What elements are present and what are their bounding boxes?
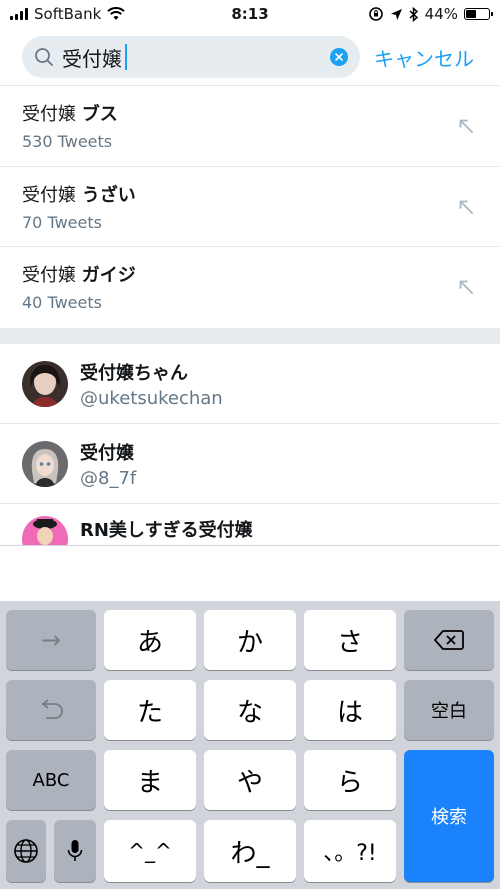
kana-key-sa[interactable]: さ	[304, 610, 396, 670]
kana-key-ta[interactable]: た	[104, 680, 196, 740]
search-row: 受付嬢 キャンセル	[0, 30, 500, 84]
search-query-wrap: 受付嬢	[62, 43, 322, 72]
undo-icon	[41, 699, 63, 719]
cancel-button[interactable]: キャンセル	[374, 43, 474, 72]
fill-query-arrow-icon[interactable]	[458, 118, 474, 134]
suggestion-prefix: 受付嬢	[22, 185, 82, 206]
japanese-keyboard: → あ か さ た な は 空白 ABC ま や ら 検索 ^_^ わ_ 、。?…	[0, 601, 500, 889]
suggestion-title: 受付嬢 うざい	[22, 181, 478, 207]
search-query: 受付嬢	[62, 46, 122, 71]
status-left: SoftBank	[10, 5, 125, 23]
suggestion-item[interactable]: 受付嬢 ガイジ 40 Tweets	[0, 247, 500, 327]
microphone-icon	[67, 840, 83, 861]
user-handle: @uketsukechan	[80, 388, 223, 409]
search-icon	[35, 48, 53, 66]
user-result[interactable]: RN美しすぎる受付嬢	[0, 504, 500, 545]
fill-query-arrow-icon[interactable]	[458, 279, 474, 295]
kana-key-na[interactable]: な	[204, 680, 296, 740]
status-bar: SoftBank 8:13 44%	[0, 0, 500, 28]
backspace-key[interactable]	[404, 610, 494, 670]
carrier-name: SoftBank	[34, 5, 102, 23]
suggestion-title: 受付嬢 ガイジ	[22, 261, 478, 287]
suggestion-prefix: 受付嬢	[22, 265, 82, 286]
emoticon-key[interactable]: ^_^	[104, 820, 196, 882]
backspace-icon	[434, 630, 464, 650]
clear-icon	[335, 53, 343, 61]
user-info: 受付嬢 @8_7f	[80, 439, 136, 489]
suggestion-suffix: うざい	[81, 185, 136, 206]
empty-area	[0, 545, 500, 601]
suggestion-count: 530 Tweets	[22, 132, 113, 151]
cursor-right-key[interactable]: →	[6, 610, 96, 670]
orientation-lock-icon	[368, 7, 383, 21]
location-icon	[390, 8, 402, 20]
search-key[interactable]: 検索	[404, 750, 494, 882]
suggestion-count: 40 Tweets	[22, 293, 102, 312]
fill-query-arrow-icon[interactable]	[458, 199, 474, 215]
user-handle: @8_7f	[80, 468, 137, 489]
user-result[interactable]: 受付嬢ちゃん @uketsukechan	[0, 344, 500, 424]
kana-key-a[interactable]: あ	[104, 610, 196, 670]
suggestion-count: 70 Tweets	[22, 213, 102, 232]
clear-search-button[interactable]	[330, 48, 348, 66]
avatar	[22, 516, 68, 545]
globe-key[interactable]	[6, 820, 46, 882]
undo-key[interactable]	[6, 680, 96, 740]
suggestion-suffix: ガイジ	[81, 265, 136, 286]
user-info: 受付嬢ちゃん @uketsukechan	[80, 359, 223, 409]
bluetooth-icon	[409, 6, 418, 22]
avatar	[22, 441, 68, 487]
user-result[interactable]: 受付嬢 @8_7f	[0, 424, 500, 504]
cell-signal-icon	[10, 8, 28, 20]
search-input[interactable]: 受付嬢	[22, 36, 360, 78]
avatar	[22, 361, 68, 407]
suggestion-prefix: 受付嬢	[22, 104, 82, 125]
text-caret	[125, 44, 127, 70]
suggestion-title: 受付嬢 ブス	[22, 100, 478, 126]
space-key[interactable]: 空白	[404, 680, 494, 740]
status-right: 44%	[368, 5, 493, 23]
user-name: RN美しすぎる受付嬢	[80, 520, 253, 541]
globe-icon	[14, 839, 38, 863]
kana-key-ra[interactable]: ら	[304, 750, 396, 810]
user-name: 受付嬢ちゃん	[80, 363, 188, 384]
punctuation-key[interactable]: 、。?!	[304, 820, 396, 882]
dictation-key[interactable]	[54, 820, 96, 882]
kana-key-ma[interactable]: ま	[104, 750, 196, 810]
battery-percent: 44%	[424, 5, 458, 23]
battery-icon	[464, 8, 493, 20]
kana-key-ha[interactable]: は	[304, 680, 396, 740]
section-separator	[0, 328, 500, 344]
suggestion-item[interactable]: 受付嬢 ブス 530 Tweets	[0, 86, 500, 166]
suggestion-item[interactable]: 受付嬢 うざい 70 Tweets	[0, 167, 500, 247]
kana-key-wa[interactable]: わ_	[204, 820, 296, 882]
user-info: RN美しすぎる受付嬢	[80, 516, 253, 542]
abc-key[interactable]: ABC	[6, 750, 96, 810]
suggestion-suffix: ブス	[81, 104, 118, 125]
kana-key-ka[interactable]: か	[204, 610, 296, 670]
kana-key-ya[interactable]: や	[204, 750, 296, 810]
wifi-icon	[107, 7, 125, 20]
user-name: 受付嬢	[80, 443, 134, 464]
